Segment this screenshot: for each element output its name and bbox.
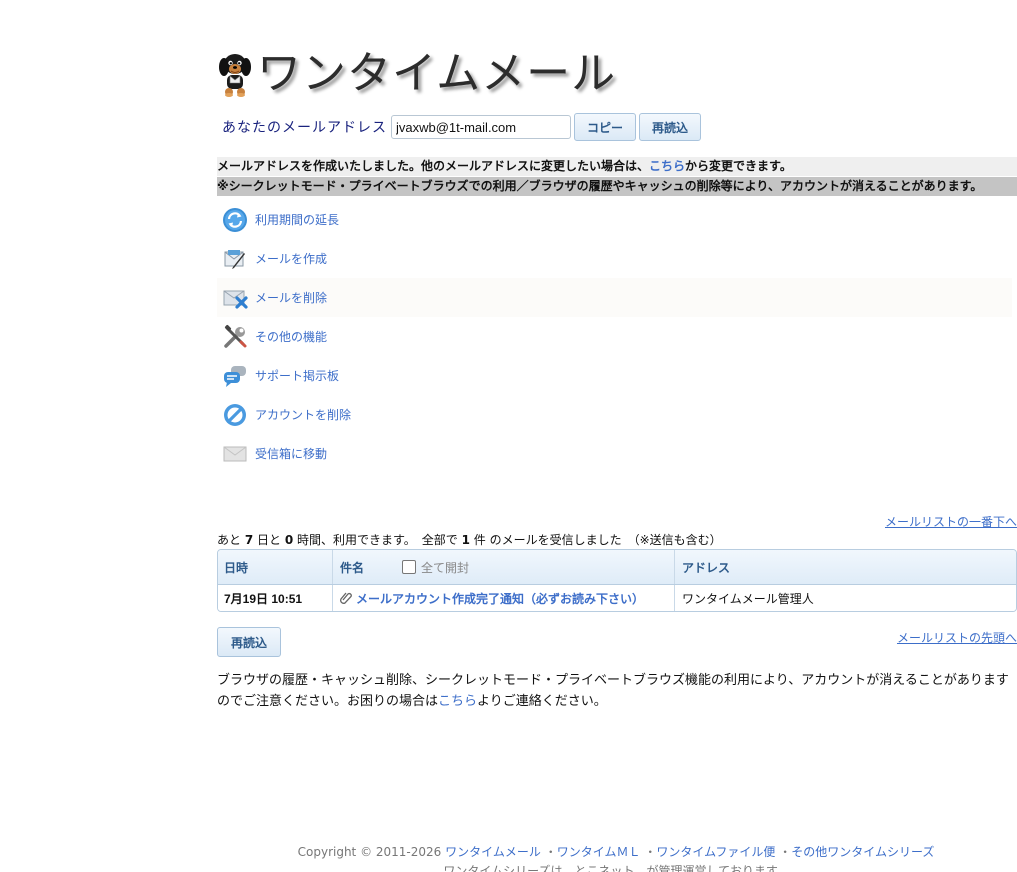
footer-link-onetime-ml[interactable]: ワンタイムＭＬ xyxy=(557,845,641,859)
footer: Copyright © 2011-2026 ワンタイムメール ・ワンタイムＭＬ … xyxy=(0,843,1017,860)
mail-from: ワンタイムメール管理人 xyxy=(682,591,814,606)
refresh-icon xyxy=(221,206,249,234)
menu-item-other[interactable]: その他の機能 xyxy=(217,317,1012,356)
footer-sep: ・ xyxy=(775,845,792,859)
reload-button[interactable]: 再読込 xyxy=(639,113,702,141)
contact-link[interactable]: こちら xyxy=(438,694,477,709)
mail-table-header: 日時 件名 全て開封 アドレス xyxy=(218,550,1016,585)
header-address: アドレス xyxy=(682,560,731,575)
footer-link-onetime-mail[interactable]: ワンタイムメール xyxy=(445,845,541,859)
remaining-hours: 0 xyxy=(284,533,294,547)
footnote-text: ブラウザの履歴・キャッシュ削除、シークレットモード・プライベートブラウズ機能の利… xyxy=(217,673,1009,709)
notice-warning: ※シークレットモード・プライベートブラウズでの利用／ブラウザの履歴やキャッシュの… xyxy=(217,177,1017,196)
footer-operator: ワンタイムシリーズは、とこネット が管理運営しております。 xyxy=(443,864,789,872)
notice-created-suffix: から変更できます。 xyxy=(685,159,792,173)
header-subject: 件名 xyxy=(340,560,365,575)
mail-count: 1 xyxy=(461,533,470,547)
menu-label-other: その他の機能 xyxy=(255,330,328,344)
header-date: 日時 xyxy=(218,550,333,584)
attachment-clip-icon xyxy=(340,592,352,604)
summary-text-3: 時間、利用できます。 全部で xyxy=(293,533,462,547)
site-logo[interactable]: ワンタイムメール xyxy=(217,48,616,100)
copyright: Copyright © 2011-2026 xyxy=(297,845,446,859)
menu-item-extend[interactable]: 利用期間の延長 xyxy=(217,200,1012,239)
mail-subject-cell: メールアカウント作成完了通知（必ずお読み下さい） xyxy=(333,585,675,611)
envelope-icon xyxy=(221,440,249,468)
footer-sep: ・ xyxy=(540,845,557,859)
open-all-label[interactable]: 全て開封 xyxy=(421,559,469,576)
change-address-link[interactable]: こちら xyxy=(649,159,685,173)
mail-from-cell: ワンタイムメール管理人 xyxy=(675,585,1016,611)
mail-list-top-link[interactable]: メールリストの先頭へ xyxy=(897,629,1017,646)
menu-label-support: サポート掲示板 xyxy=(255,369,340,383)
notice-created-text: メールアドレスを作成いたしました。他のメールアドレスに変更したい場合は、 xyxy=(217,159,650,173)
summary-text-4: 件 のメールを受信しました （※送信も含む） xyxy=(469,533,722,547)
logo-text: ワンタイムメール xyxy=(257,48,617,99)
menu-label-delete-account: アカウントを削除 xyxy=(255,408,352,422)
footer-link-onetime-file[interactable]: ワンタイムファイル便 xyxy=(656,845,775,859)
footnote: ブラウザの履歴・キャッシュ削除、シークレットモード・プライベートブラウズ機能の利… xyxy=(217,670,1015,712)
menu-label-inbox: 受信箱に移動 xyxy=(255,447,328,461)
mail-list-bottom-link[interactable]: メールリストの一番下へ xyxy=(885,513,1017,530)
menu-label-compose: メールを作成 xyxy=(255,252,328,266)
remaining-days: 7 xyxy=(244,533,254,547)
reload-list-button[interactable]: 再読込 xyxy=(217,627,282,657)
delete-mail-icon xyxy=(221,284,249,312)
email-address-field[interactable] xyxy=(391,115,571,139)
mail-subject-link[interactable]: メールアカウント作成完了通知（必ずお読み下さい） xyxy=(356,590,644,607)
chat-icon xyxy=(221,362,249,390)
summary-text-2: 日と xyxy=(253,533,285,547)
address-label: あなたのメールアドレス xyxy=(222,120,387,136)
menu-label-extend: 利用期間の延長 xyxy=(255,213,340,227)
summary-text-1: あと xyxy=(217,533,245,547)
page: ワンタイムメール あなたのメールアドレス コピー 再読込 メールアドレスを作成い… xyxy=(0,0,1017,872)
menu-item-compose[interactable]: メールを作成 xyxy=(217,239,1012,278)
menu-item-delete-account[interactable]: アカウントを削除 xyxy=(217,395,1012,434)
action-menu: 利用期間の延長 メールを作成 メールを削除 その他の機能 サポート掲示板 アカウ… xyxy=(217,200,1012,473)
footer-sep: ・ xyxy=(640,845,657,859)
usage-summary: あと 7 日と 0 時間、利用できます。 全部で 1 件 のメールを受信しました… xyxy=(217,531,722,548)
address-row: あなたのメールアドレス コピー 再読込 xyxy=(222,113,702,141)
menu-item-delete-mail[interactable]: メールを削除 xyxy=(217,278,1012,317)
header-subject-cell: 件名 全て開封 xyxy=(333,550,675,584)
footnote-text-end: よりご連絡ください。 xyxy=(477,694,607,709)
tools-icon xyxy=(221,323,249,351)
table-row[interactable]: 7月19日 10:51 メールアカウント作成完了通知（必ずお読み下さい） ワンタ… xyxy=(218,585,1016,611)
menu-item-support[interactable]: サポート掲示板 xyxy=(217,356,1012,395)
menu-item-inbox[interactable]: 受信箱に移動 xyxy=(217,434,1012,473)
copy-button[interactable]: コピー xyxy=(574,113,637,141)
open-all-checkbox[interactable] xyxy=(402,560,417,574)
mail-table: 日時 件名 全て開封 アドレス 7月19日 10:51 メールアカウント作成完了… xyxy=(217,549,1017,612)
compose-icon xyxy=(221,245,249,273)
prohibit-icon xyxy=(221,401,249,429)
mail-date-cell: 7月19日 10:51 xyxy=(218,585,333,611)
notice-created: メールアドレスを作成いたしました。他のメールアドレスに変更したい場合は、こちらか… xyxy=(217,157,1017,176)
menu-label-delete-mail: メールを削除 xyxy=(255,291,328,305)
mail-date: 7月19日 10:51 xyxy=(224,591,303,606)
dachshund-mascot-icon xyxy=(219,54,251,97)
footer-link-other-series[interactable]: その他ワンタイムシリーズ xyxy=(791,845,934,859)
